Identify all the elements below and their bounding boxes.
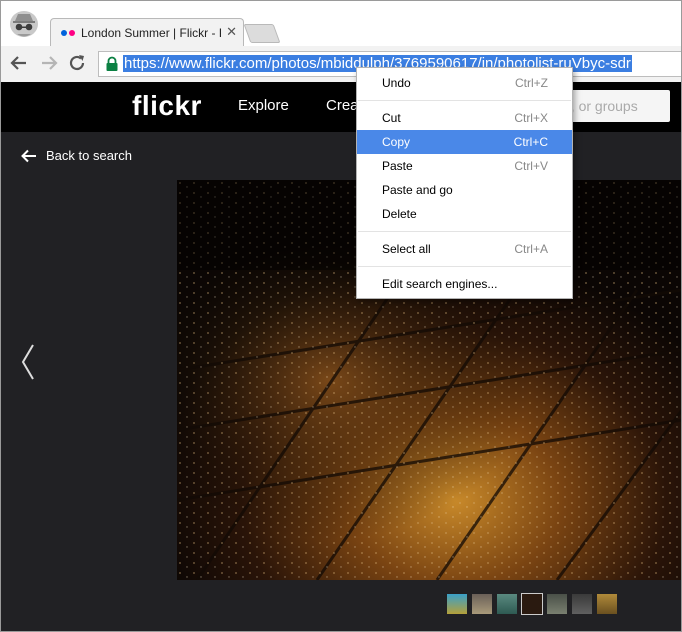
thumbnail[interactable] [472, 594, 492, 614]
menu-separator [358, 231, 571, 232]
menu-item-cut[interactable]: Cut Ctrl+X [357, 106, 572, 130]
menu-item-shortcut: Ctrl+Z [515, 76, 548, 90]
menu-separator [358, 100, 571, 101]
menu-item-copy[interactable]: Copy Ctrl+C [357, 130, 572, 154]
menu-item-shortcut: Ctrl+C [513, 135, 548, 149]
left-arrow-icon [21, 149, 36, 162]
search-input[interactable]: e, or groups [557, 90, 670, 122]
back-arrow-icon[interactable] [8, 52, 30, 74]
menu-item-label: Cut [382, 111, 401, 125]
browser-tab[interactable]: London Summer | Flickr - Photo Sharing! … [50, 18, 244, 47]
menu-item-label: Delete [382, 207, 417, 221]
lock-icon [106, 56, 118, 71]
filmstrip [447, 593, 617, 615]
tab-title: London Summer | Flickr - Photo Sharing! [81, 26, 221, 40]
menu-item-label: Paste [382, 159, 413, 173]
flickr-logo[interactable]: flickr [132, 90, 202, 122]
context-menu: Undo Ctrl+Z Cut Ctrl+X Copy Ctrl+C Paste Ctrl+V… [356, 67, 573, 299]
flickr-favicon-icon [61, 30, 77, 37]
menu-item-undo[interactable]: Undo Ctrl+Z [357, 71, 572, 95]
menu-item-label: Select all [382, 242, 431, 256]
nav-explore[interactable]: Explore [238, 97, 289, 114]
thumbnail[interactable] [597, 594, 617, 614]
menu-item-edit-search-engines[interactable]: Edit search engines... [357, 272, 572, 296]
menu-separator [358, 266, 571, 267]
reload-icon[interactable] [66, 52, 88, 74]
forward-arrow-icon[interactable] [38, 52, 60, 74]
thumbnail[interactable] [447, 594, 467, 614]
favicon-dot-pink [69, 30, 75, 36]
menu-item-paste-and-go[interactable]: Paste and go [357, 178, 572, 202]
thumbnail[interactable] [572, 594, 592, 614]
menu-item-select-all[interactable]: Select all Ctrl+A [357, 237, 572, 261]
thumbnail[interactable] [497, 594, 517, 614]
menu-item-delete[interactable]: Delete [357, 202, 572, 226]
menu-item-label: Copy [382, 135, 411, 149]
flickr-page: flickr Explore Crea e, or groups Back to… [0, 82, 682, 632]
thumbnail[interactable] [547, 594, 567, 614]
menu-item-paste[interactable]: Paste Ctrl+V [357, 154, 572, 178]
menu-item-shortcut: Ctrl+V [514, 159, 548, 173]
menu-item-label: Edit search engines... [382, 277, 498, 291]
back-to-search-label: Back to search [46, 148, 132, 163]
menu-item-shortcut: Ctrl+A [514, 242, 548, 256]
menu-item-label: Undo [382, 76, 411, 90]
browser-toolbar: https://www.flickr.com/photos/mbiddulph/… [0, 46, 682, 83]
flickr-header: flickr Explore Crea e, or groups [0, 82, 682, 132]
search-placeholder: e, or groups [563, 98, 638, 114]
menu-item-shortcut: Ctrl+X [514, 111, 548, 125]
tab-close-icon[interactable]: ✕ [226, 24, 237, 40]
previous-photo-icon[interactable] [18, 342, 38, 382]
thumbnail[interactable] [521, 593, 543, 615]
tab-strip: London Summer | Flickr - Photo Sharing! … [0, 0, 682, 47]
back-to-search-link[interactable]: Back to search [20, 148, 132, 163]
incognito-icon [10, 11, 38, 37]
favicon-dot-blue [61, 30, 67, 36]
menu-item-label: Paste and go [382, 183, 453, 197]
new-tab-button[interactable] [243, 24, 281, 43]
nav-create[interactable]: Crea [326, 97, 359, 114]
